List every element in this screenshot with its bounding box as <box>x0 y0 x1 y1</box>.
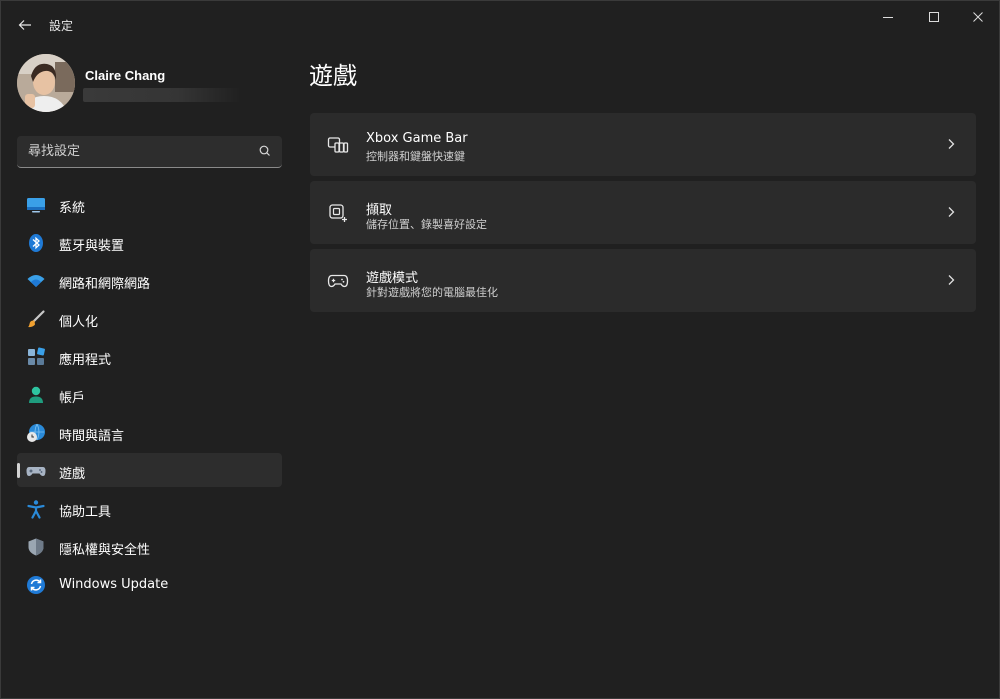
close-icon <box>973 12 983 22</box>
chevron-right-icon <box>948 139 955 149</box>
card-title: Xbox Game Bar <box>366 131 468 146</box>
minimize-button[interactable] <box>865 1 911 33</box>
search-icon[interactable] <box>257 143 273 159</box>
apps-icon <box>26 347 46 367</box>
sidebar-item-label: Windows Update <box>59 577 169 592</box>
close-button[interactable] <box>955 1 1000 33</box>
sidebar-item-accounts[interactable]: 帳戶 <box>17 377 282 411</box>
user-name: Claire Chang <box>85 68 166 83</box>
globe-clock-icon <box>26 423 46 443</box>
brush-icon <box>26 309 46 329</box>
card-subtitle: 針對遊戲將您的電腦最佳化 <box>366 286 498 299</box>
card-subtitle: 儲存位置、錄製喜好設定 <box>366 218 487 231</box>
sidebar-item-system[interactable]: 系統 <box>17 187 282 221</box>
sidebar-nav: 系統 藍牙與裝置 網路和網際網路 個人化 應用程式 帳戶 時間與語言 遊戲 協助… <box>17 187 282 605</box>
monitor-icon <box>26 195 46 215</box>
user-email-redacted <box>83 88 241 102</box>
back-button[interactable] <box>11 11 39 39</box>
page-title: 遊戲 <box>309 62 357 90</box>
sidebar-item-label: 協助工具 <box>59 505 112 520</box>
avatar[interactable] <box>17 54 75 112</box>
sidebar-item-windows-update[interactable]: Windows Update <box>17 567 282 601</box>
game-mode-icon <box>326 269 350 293</box>
search-box[interactable] <box>17 136 282 168</box>
title-bar: 設定 <box>1 1 1000 47</box>
search-input[interactable] <box>17 136 247 166</box>
sidebar-item-accessibility[interactable]: 協助工具 <box>17 491 282 525</box>
capture-icon <box>326 201 350 225</box>
card-xbox-game-bar[interactable]: Xbox Game Bar 控制器和鍵盤快速鍵 <box>310 113 976 176</box>
sidebar-item-label: 網路和網際網路 <box>59 277 151 292</box>
settings-card-list: Xbox Game Bar 控制器和鍵盤快速鍵 擷取 儲存位置、錄製喜好設定 遊… <box>310 113 976 317</box>
sidebar-item-personalization[interactable]: 個人化 <box>17 301 282 335</box>
card-subtitle: 控制器和鍵盤快速鍵 <box>366 150 465 163</box>
back-arrow-icon <box>18 20 31 30</box>
shield-icon <box>26 537 46 557</box>
chevron-right-icon <box>948 275 955 285</box>
maximize-button[interactable] <box>911 1 957 33</box>
sidebar-item-label: 系統 <box>59 201 86 216</box>
sidebar-item-bluetooth[interactable]: 藍牙與裝置 <box>17 225 282 259</box>
minimize-icon <box>883 17 893 18</box>
avatar-photo <box>17 54 75 112</box>
game-bar-icon <box>326 133 350 157</box>
sidebar-item-label: 時間與語言 <box>59 429 125 444</box>
update-icon <box>26 575 46 595</box>
sidebar-item-label: 帳戶 <box>59 391 86 406</box>
sidebar-item-gaming[interactable]: 遊戲 <box>17 453 282 487</box>
person-icon <box>26 385 46 405</box>
gamepad-icon <box>26 461 46 481</box>
settings-window: 設定 Claire Chang 尋找設定 系統 藍牙與裝置 網路和網際網路 個人… <box>0 0 1000 699</box>
sidebar-item-label: 應用程式 <box>59 353 112 368</box>
card-game-mode[interactable]: 遊戲模式 針對遊戲將您的電腦最佳化 <box>310 249 976 312</box>
wifi-icon <box>26 271 46 291</box>
sidebar-item-label: 遊戲 <box>59 467 86 482</box>
bluetooth-icon <box>26 233 46 253</box>
sidebar-item-time-language[interactable]: 時間與語言 <box>17 415 282 449</box>
card-captures[interactable]: 擷取 儲存位置、錄製喜好設定 <box>310 181 976 244</box>
app-title: 設定 <box>49 19 74 33</box>
chevron-right-icon <box>948 207 955 217</box>
sidebar-item-privacy[interactable]: 隱私權與安全性 <box>17 529 282 563</box>
sidebar-item-label: 藍牙與裝置 <box>59 239 125 254</box>
sidebar-item-apps[interactable]: 應用程式 <box>17 339 282 373</box>
maximize-icon <box>929 12 939 22</box>
sidebar-item-network[interactable]: 網路和網際網路 <box>17 263 282 297</box>
sidebar-item-label: 隱私權與安全性 <box>59 543 151 558</box>
sidebar-item-label: 個人化 <box>59 315 99 330</box>
accessibility-icon <box>26 499 46 519</box>
